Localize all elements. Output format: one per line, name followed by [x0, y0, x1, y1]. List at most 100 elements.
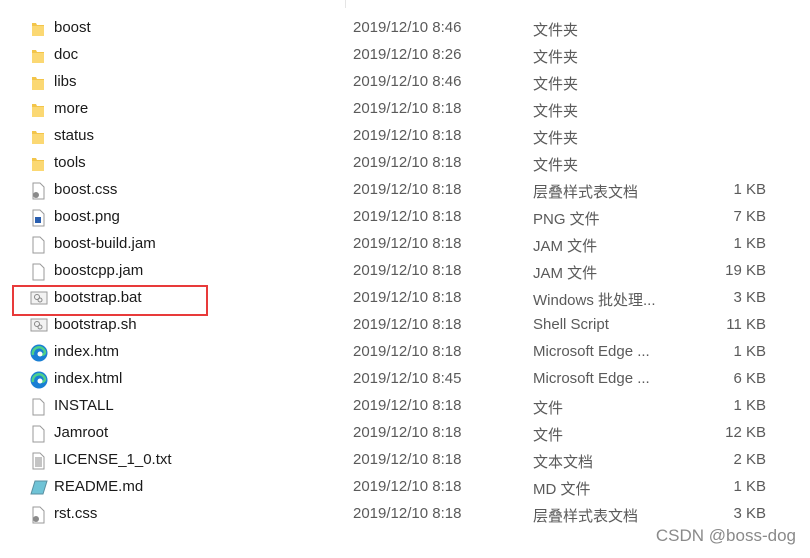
file-name[interactable]: index.html	[54, 370, 122, 387]
blank-file-icon	[30, 236, 46, 254]
file-date: 2019/12/10 8:18	[353, 235, 462, 252]
file-type: 文件夹	[533, 22, 579, 39]
file-type: JAM 文件	[533, 265, 598, 282]
file-type: Microsoft Edge ...	[533, 370, 650, 387]
file-type: Shell Script	[533, 316, 609, 333]
file-type: PNG 文件	[533, 211, 600, 228]
file-date: 2019/12/10 8:18	[353, 262, 462, 279]
file-date: 2019/12/10 8:46	[353, 73, 462, 90]
file-name[interactable]: INSTALL	[54, 397, 114, 414]
file-type: 文件夹	[533, 49, 579, 66]
file-name[interactable]: boost.png	[54, 208, 120, 225]
file-date: 2019/12/10 8:18	[353, 505, 462, 522]
file-date: 2019/12/10 8:18	[353, 100, 462, 117]
file-date: 2019/12/10 8:46	[353, 19, 462, 36]
file-size: 1 KB	[733, 181, 766, 198]
blank-file-icon	[30, 263, 46, 281]
file-row[interactable]: rst.css 2019/12/10 8:18 层叠样式表文档 3 KB	[0, 501, 810, 528]
folder-icon	[30, 101, 46, 119]
file-type: 文本文档	[533, 454, 594, 471]
file-date: 2019/12/10 8:18	[353, 397, 462, 414]
file-type: JAM 文件	[533, 238, 598, 255]
file-size: 6 KB	[733, 370, 766, 387]
file-name[interactable]: boost-build.jam	[54, 235, 156, 252]
file-name[interactable]: bootstrap.sh	[54, 316, 137, 333]
watermark: CSDN @boss-dog	[655, 526, 796, 545]
file-size: 1 KB	[733, 478, 766, 495]
file-name[interactable]: tools	[54, 154, 86, 171]
file-row[interactable]: boost.css 2019/12/10 8:18 层叠样式表文档 1 KB	[0, 177, 810, 204]
file-row[interactable]: boost 2019/12/10 8:46 文件夹	[0, 15, 810, 42]
file-name[interactable]: doc	[54, 46, 78, 63]
file-row[interactable]: boost-build.jam 2019/12/10 8:18 JAM 文件 1…	[0, 231, 810, 258]
file-size: 1 KB	[733, 343, 766, 360]
file-row[interactable]: bootstrap.sh 2019/12/10 8:18 Shell Scrip…	[0, 312, 810, 339]
file-date: 2019/12/10 8:18	[353, 181, 462, 198]
file-row[interactable]: LICENSE_1_0.txt 2019/12/10 8:18 文本文档 2 K…	[0, 447, 810, 474]
file-size: 11 KB	[726, 316, 766, 333]
file-type: MD 文件	[533, 481, 591, 498]
file-row[interactable]: Jamroot 2019/12/10 8:18 文件 12 KB	[0, 420, 810, 447]
script-file-icon	[30, 317, 48, 335]
file-row[interactable]: index.html 2019/12/10 8:45 Microsoft Edg…	[0, 366, 810, 393]
file-size: 2 KB	[733, 451, 766, 468]
file-row[interactable]: boost.png 2019/12/10 8:18 PNG 文件 7 KB	[0, 204, 810, 231]
folder-icon	[30, 74, 46, 92]
file-name[interactable]: libs	[54, 73, 77, 90]
file-size: 7 KB	[733, 208, 766, 225]
file-name[interactable]: status	[54, 127, 94, 144]
file-size: 3 KB	[733, 505, 766, 522]
file-row[interactable]: tools 2019/12/10 8:18 文件夹	[0, 150, 810, 177]
file-type: 层叠样式表文档	[533, 184, 639, 201]
image-file-icon	[30, 209, 46, 227]
file-name[interactable]: rst.css	[54, 505, 97, 522]
file-date: 2019/12/10 8:18	[353, 289, 462, 306]
file-type: 文件夹	[533, 103, 579, 120]
file-date: 2019/12/10 8:45	[353, 370, 462, 387]
edge-icon	[30, 344, 48, 362]
file-row[interactable]: boostcpp.jam 2019/12/10 8:18 JAM 文件 19 K…	[0, 258, 810, 285]
file-name[interactable]: boost	[54, 19, 91, 36]
file-date: 2019/12/10 8:18	[353, 127, 462, 144]
file-name[interactable]: Jamroot	[54, 424, 108, 441]
file-type: 文件夹	[533, 157, 579, 174]
file-type: 文件	[533, 400, 564, 417]
file-name[interactable]: index.htm	[54, 343, 119, 360]
file-row[interactable]: INSTALL 2019/12/10 8:18 文件 1 KB	[0, 393, 810, 420]
file-name[interactable]: README.md	[54, 478, 143, 495]
file-name[interactable]: boostcpp.jam	[54, 262, 143, 279]
file-row[interactable]: libs 2019/12/10 8:46 文件夹	[0, 69, 810, 96]
file-size: 1 KB	[733, 397, 766, 414]
file-type: 层叠样式表文档	[533, 508, 639, 525]
file-name[interactable]: boost.css	[54, 181, 117, 198]
file-row[interactable]: index.htm 2019/12/10 8:18 Microsoft Edge…	[0, 339, 810, 366]
file-name[interactable]: LICENSE_1_0.txt	[54, 451, 172, 468]
file-date: 2019/12/10 8:18	[353, 316, 462, 333]
folder-icon	[30, 128, 46, 146]
css-file-icon	[30, 506, 46, 524]
file-row[interactable]: status 2019/12/10 8:18 文件夹	[0, 123, 810, 150]
file-date: 2019/12/10 8:18	[353, 208, 462, 225]
file-type: Windows 批处理...	[533, 292, 656, 309]
file-name[interactable]: more	[54, 100, 88, 117]
folder-icon	[30, 47, 46, 65]
file-row[interactable]: doc 2019/12/10 8:26 文件夹	[0, 42, 810, 69]
file-row[interactable]: more 2019/12/10 8:18 文件夹	[0, 96, 810, 123]
file-type: 文件	[533, 427, 564, 444]
edge-icon	[30, 371, 48, 389]
folder-icon	[30, 20, 46, 38]
css-file-icon	[30, 182, 46, 200]
highlight-box	[12, 285, 208, 316]
file-date: 2019/12/10 8:18	[353, 424, 462, 441]
file-date: 2019/12/10 8:26	[353, 46, 462, 63]
file-date: 2019/12/10 8:18	[353, 451, 462, 468]
file-row[interactable]: README.md 2019/12/10 8:18 MD 文件 1 KB	[0, 474, 810, 501]
file-size: 19 KB	[725, 262, 766, 279]
text-file-icon	[30, 452, 46, 470]
column-divider[interactable]	[345, 0, 346, 8]
file-type: 文件夹	[533, 130, 579, 147]
blank-file-icon	[30, 398, 46, 416]
blank-file-icon	[30, 425, 46, 443]
file-type: 文件夹	[533, 76, 579, 93]
file-type: Microsoft Edge ...	[533, 343, 650, 360]
